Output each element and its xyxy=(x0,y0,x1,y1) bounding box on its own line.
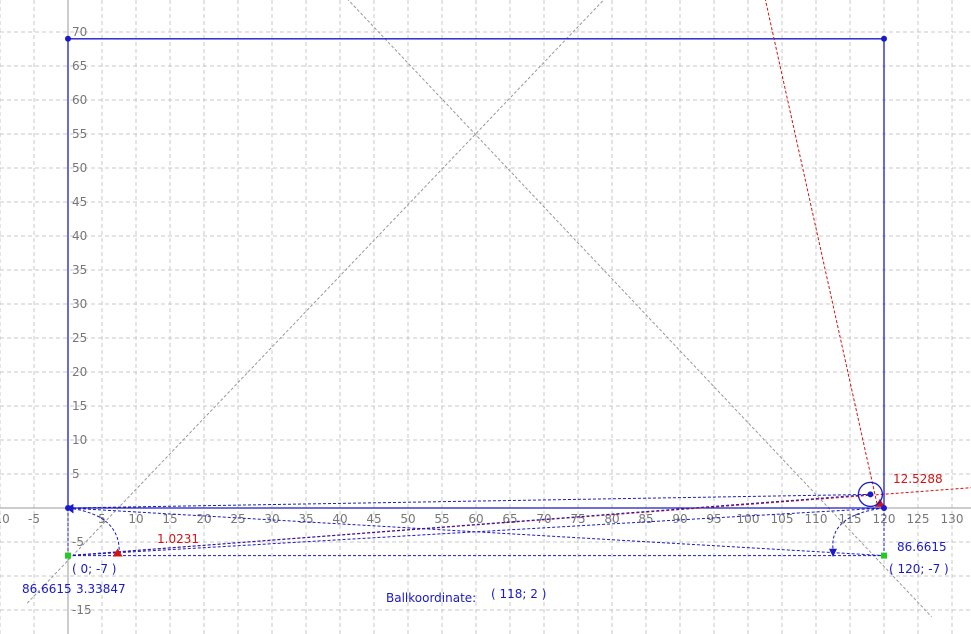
y-tick-label: 10 xyxy=(72,433,87,447)
y-tick-label: 5 xyxy=(72,467,80,481)
anchor-point xyxy=(881,552,887,559)
x-tick-label: 25 xyxy=(230,512,245,526)
y-tick-label: -5 xyxy=(72,535,84,549)
ball-caption-label: Ballkoordinate: xyxy=(386,591,476,605)
y-tick-label: 30 xyxy=(72,297,87,311)
red-right-label: 12.5288 xyxy=(893,472,943,486)
x-tick-label: 20 xyxy=(196,512,211,526)
y-tick-label: 45 xyxy=(72,195,87,209)
right-bottom-coord-label: ( 120; -7 ) xyxy=(889,562,949,576)
y-tick-label: 15 xyxy=(72,399,87,413)
ball-paths xyxy=(67,0,971,557)
y-tick-label: 65 xyxy=(72,59,87,73)
x-tick-label: -5 xyxy=(28,512,40,526)
field-corner-point xyxy=(881,505,887,511)
y-tick-label: -15 xyxy=(72,603,92,617)
left-angle-label: 86.6615 xyxy=(22,582,72,596)
x-tick-label: 125 xyxy=(907,512,930,526)
x-tick-label: 50 xyxy=(400,512,415,526)
x-tick-label: 55 xyxy=(434,512,449,526)
y-tick-label: 50 xyxy=(72,161,87,175)
ball-coordinate-label: ( 118; 2 ) xyxy=(491,587,546,601)
y-tick-label: 60 xyxy=(72,93,87,107)
geometry-canvas[interactable]: -10-551015202530354045505560657075808590… xyxy=(0,0,971,634)
field-corner-point xyxy=(881,35,887,42)
x-tick-label: 85 xyxy=(638,512,653,526)
x-tick-label: 100 xyxy=(737,512,760,526)
field-corner-point xyxy=(65,35,71,42)
blue-construction-line xyxy=(67,493,871,509)
y-tick-label: 35 xyxy=(72,263,87,277)
y-tick-label: 55 xyxy=(72,127,87,141)
diagonal-guide-up xyxy=(26,0,605,604)
value-labels: ( 0; -7 ) ( 120; -7 ) 86.6615 86.6615 3.… xyxy=(22,472,949,605)
coordinate-axes: -10-551015202530354045505560657075808590… xyxy=(0,0,971,634)
x-tick-label: 75 xyxy=(570,512,585,526)
y-tick-label: 40 xyxy=(72,229,87,243)
x-tick-label: -10 xyxy=(0,512,10,526)
ball-center-point xyxy=(867,491,874,498)
x-tick-label: 60 xyxy=(468,512,483,526)
x-tick-label: 30 xyxy=(264,512,279,526)
x-tick-label: 95 xyxy=(706,512,721,526)
y-tick-label: 20 xyxy=(72,365,87,379)
y-tick-label: 70 xyxy=(72,25,87,39)
x-tick-label: 130 xyxy=(941,512,964,526)
left-bottom-coord-label: ( 0; -7 ) xyxy=(72,562,116,576)
right-angle-label: 86.6615 xyxy=(897,540,947,554)
x-tick-label: 65 xyxy=(502,512,517,526)
grid-lines xyxy=(0,0,971,634)
y-tick-label: 25 xyxy=(72,331,87,345)
field-corner-point xyxy=(65,505,71,511)
x-tick-label: 10 xyxy=(128,512,143,526)
x-tick-label: 35 xyxy=(298,512,313,526)
x-tick-label: 90 xyxy=(672,512,687,526)
x-tick-label: 110 xyxy=(805,512,828,526)
red-left-label: 1.0231 xyxy=(157,532,199,546)
left-value-label: 3.33847 xyxy=(76,582,126,596)
anchor-point xyxy=(65,552,71,559)
x-tick-label: 45 xyxy=(366,512,381,526)
